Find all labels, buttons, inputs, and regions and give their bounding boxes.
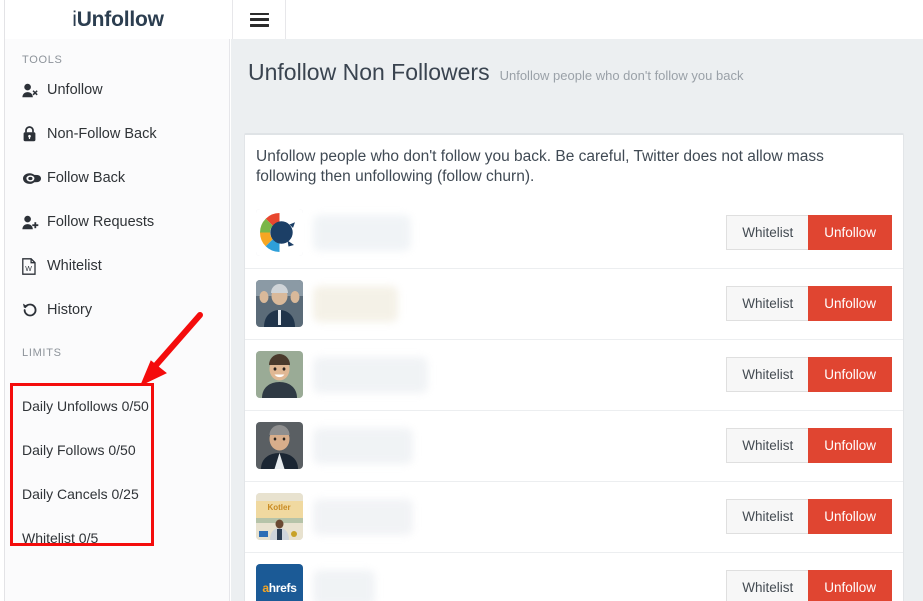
ahrefs-logo-avatar: a hrefs	[256, 564, 303, 601]
whitelist-button[interactable]: Whitelist	[726, 286, 809, 322]
page-header: Unfollow Non Followers Unfollow people w…	[231, 39, 923, 86]
lock-icon	[22, 126, 47, 142]
table-row: Whitelist Unfollow	[245, 340, 903, 411]
redacted-username	[313, 214, 411, 251]
limit-whitelist: Whitelist 0/5	[22, 530, 99, 546]
row-actions: Whitelist Unfollow	[726, 570, 892, 601]
sidebar-section-limits-label: LIMITS	[22, 347, 62, 359]
sidebar-item-label: Non-Follow Back	[47, 126, 157, 142]
redacted-username	[313, 498, 413, 535]
word-document-icon: W	[22, 257, 47, 275]
unfollow-button[interactable]: Unfollow	[808, 499, 892, 535]
page-title: Unfollow Non Followers	[248, 59, 490, 85]
sidebar-item-history[interactable]: History	[4, 288, 229, 332]
whitelist-button[interactable]: Whitelist	[726, 357, 809, 393]
limit-daily-unfollows: Daily Unfollows 0/50	[22, 398, 149, 414]
row-actions: Whitelist Unfollow	[726, 215, 892, 251]
whitelist-button[interactable]: Whitelist	[726, 570, 809, 601]
redacted-username	[313, 356, 428, 393]
ahrefs-logo-text-rest: hrefs	[268, 580, 297, 595]
handshake-icon	[22, 172, 47, 185]
page-scrollbar-gutter[interactable]	[0, 0, 5, 601]
svg-text:W: W	[25, 266, 32, 273]
row-actions: Whitelist Unfollow	[726, 499, 892, 535]
sidebar-section-tools-label: TOOLS	[22, 54, 63, 66]
history-icon	[22, 302, 47, 318]
unfollow-button[interactable]: Unfollow	[808, 215, 892, 251]
sidebar-toggle-button[interactable]	[234, 0, 286, 39]
sidebar-item-label: History	[47, 302, 93, 318]
sidebar-item-label: Follow Requests	[47, 214, 155, 230]
colorful-ring-bird-logo-avatar	[256, 209, 303, 257]
app-window: iUnfollow TOOLS Unfollow Non-Follow Back…	[0, 0, 923, 601]
whitelist-button[interactable]: Whitelist	[726, 428, 809, 464]
limits-list: Daily Unfollows 0/50 Daily Follows 0/50 …	[4, 384, 230, 560]
top-navbar: iUnfollow	[4, 0, 923, 39]
unfollow-button[interactable]: Unfollow	[808, 428, 892, 464]
unfollow-button[interactable]: Unfollow	[808, 286, 892, 322]
row-actions: Whitelist Unfollow	[726, 286, 892, 322]
kotler-conference-photo-avatar: Kotler	[256, 493, 303, 541]
sidebar-item-label: Follow Back	[47, 170, 126, 186]
sidebar: TOOLS Unfollow Non-Follow Back Follow Ba…	[4, 39, 230, 601]
sidebar-item-follow-requests[interactable]: Follow Requests	[4, 200, 229, 244]
sidebar-item-label: Unfollow	[47, 82, 103, 98]
user-remove-icon	[22, 83, 47, 98]
main-content: Unfollow Non Followers Unfollow people w…	[231, 39, 923, 601]
sidebar-item-non-follow-back[interactable]: Non-Follow Back	[4, 112, 229, 156]
unfollow-list-card: Unfollow people who don't follow you bac…	[244, 133, 904, 601]
sidebar-item-unfollow[interactable]: Unfollow	[4, 68, 229, 112]
table-row: Kotler Whitelist Unfollow	[245, 482, 903, 553]
sidebar-item-whitelist[interactable]: W Whitelist	[4, 244, 229, 288]
limit-daily-cancels: Daily Cancels 0/25	[22, 486, 139, 502]
page-subtitle: Unfollow people who don't follow you bac…	[499, 68, 744, 83]
smiling-man-photo-avatar	[256, 351, 303, 399]
whitelist-button[interactable]: Whitelist	[726, 215, 809, 251]
man-suit-photo-avatar	[256, 422, 303, 470]
row-actions: Whitelist Unfollow	[726, 428, 892, 464]
redacted-username	[313, 285, 398, 322]
man-raised-hands-photo-avatar	[256, 280, 303, 328]
table-row: Whitelist Unfollow	[245, 198, 903, 269]
unfollow-button[interactable]: Unfollow	[808, 357, 892, 393]
sidebar-item-label: Whitelist	[47, 258, 102, 274]
table-row: Whitelist Unfollow	[245, 411, 903, 482]
brand-logo[interactable]: iUnfollow	[4, 0, 233, 39]
sidebar-item-follow-back[interactable]: Follow Back	[4, 156, 229, 200]
table-row: Whitelist Unfollow	[245, 269, 903, 340]
brand-name: Unfollow	[76, 7, 164, 31]
table-row: a hrefs Whitelist Unfollow	[245, 553, 903, 601]
limit-daily-follows: Daily Follows 0/50	[22, 442, 136, 458]
hamburger-icon	[250, 12, 269, 27]
svg-text:Kotler: Kotler	[267, 503, 290, 512]
unfollow-button[interactable]: Unfollow	[808, 570, 892, 601]
row-actions: Whitelist Unfollow	[726, 357, 892, 393]
card-description: Unfollow people who don't follow you bac…	[256, 148, 824, 186]
redacted-username	[313, 569, 375, 601]
user-add-icon	[22, 215, 47, 230]
whitelist-button[interactable]: Whitelist	[726, 499, 809, 535]
redacted-username	[313, 427, 413, 464]
